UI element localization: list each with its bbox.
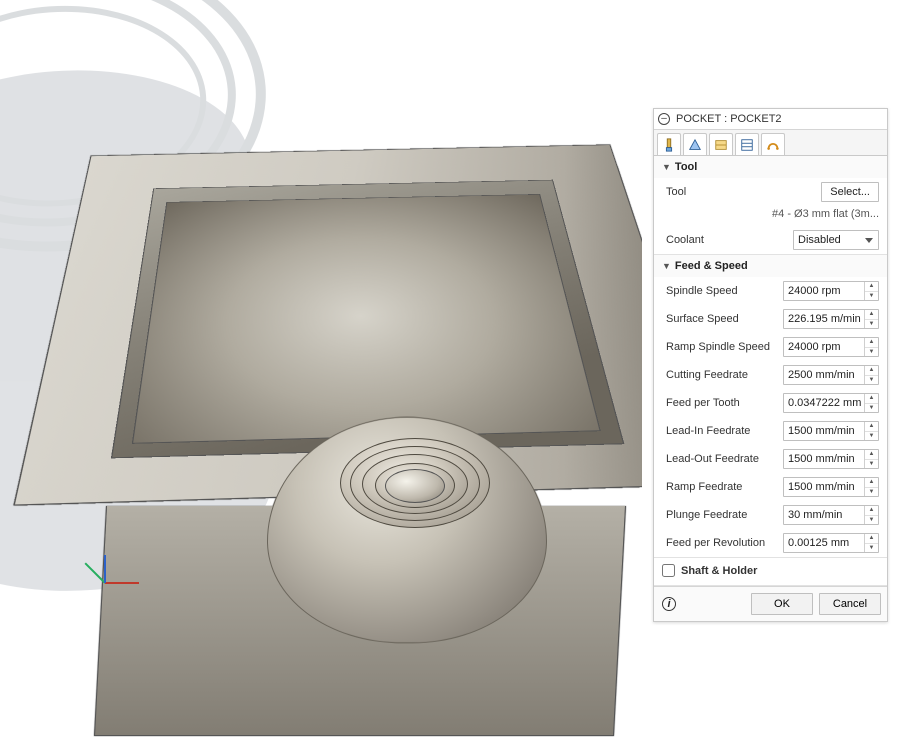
feed-row-label: Spindle Speed [666, 285, 738, 297]
feed-row: Spindle Speed ▲▼ [654, 277, 887, 305]
spin-up-icon[interactable]: ▲ [865, 422, 878, 432]
feed-row-label: Ramp Feedrate [666, 481, 742, 493]
spinner[interactable]: ▲▼ [864, 450, 878, 468]
section-tool-header[interactable]: ▼ Tool [654, 156, 887, 178]
panel-tabbar [654, 130, 887, 156]
feed-row-label: Feed per Revolution [666, 537, 765, 549]
spin-down-icon[interactable]: ▼ [865, 348, 878, 357]
section-tool: ▼ Tool Tool Select... #4 - Ø3 mm flat (3… [654, 156, 887, 255]
feed-row-label: Ramp Spindle Speed [666, 341, 770, 353]
spin-up-icon[interactable]: ▲ [865, 282, 878, 292]
spin-up-icon[interactable]: ▲ [865, 534, 878, 544]
feed-row: Plunge Feedrate ▲▼ [654, 501, 887, 529]
panel-footer: i OK Cancel [654, 586, 887, 621]
tool-label: Tool [666, 186, 686, 198]
coolant-select[interactable]: Disabled [793, 230, 879, 250]
spinner[interactable]: ▲▼ [864, 506, 878, 524]
tab-geometry[interactable] [683, 133, 707, 155]
spin-up-icon[interactable]: ▲ [865, 366, 878, 376]
spinner[interactable]: ▲▼ [864, 534, 878, 552]
feed-row-label: Feed per Tooth [666, 397, 740, 409]
disclosure-triangle-icon: ▼ [662, 162, 671, 172]
tool-select-button[interactable]: Select... [821, 182, 879, 202]
spin-down-icon[interactable]: ▼ [865, 320, 878, 329]
info-icon[interactable]: i [662, 597, 676, 611]
feed-row-label: Plunge Feedrate [666, 509, 747, 521]
stock-block [92, 150, 612, 700]
coolant-value: Disabled [798, 234, 841, 246]
spinner[interactable]: ▲▼ [864, 366, 878, 384]
spin-up-icon[interactable]: ▲ [865, 394, 878, 404]
spin-up-icon[interactable]: ▲ [865, 338, 878, 348]
feed-row: Lead-Out Feedrate ▲▼ [654, 445, 887, 473]
coolant-label: Coolant [666, 234, 704, 246]
ok-button[interactable]: OK [751, 593, 813, 615]
feed-row-label: Lead-In Feedrate [666, 425, 750, 437]
spin-down-icon[interactable]: ▼ [865, 292, 878, 301]
tab-tool[interactable] [657, 133, 681, 155]
tab-passes[interactable] [735, 133, 759, 155]
feed-row: Cutting Feedrate ▲▼ [654, 361, 887, 389]
tab-heights[interactable] [709, 133, 733, 155]
feed-row: Ramp Feedrate ▲▼ [654, 473, 887, 501]
feed-row-label: Lead-Out Feedrate [666, 453, 759, 465]
cancel-button[interactable]: Cancel [819, 593, 881, 615]
spinner[interactable]: ▲▼ [864, 478, 878, 496]
shaft-holder-checkbox[interactable] [662, 564, 675, 577]
section-tool-heading: Tool [675, 161, 697, 173]
feed-row: Ramp Spindle Speed ▲▼ [654, 333, 887, 361]
spin-down-icon[interactable]: ▼ [865, 460, 878, 469]
spin-up-icon[interactable]: ▲ [865, 450, 878, 460]
feed-row-label: Cutting Feedrate [666, 369, 748, 381]
origin-triad-icon [105, 552, 145, 592]
collapse-icon[interactable]: – [658, 113, 670, 125]
spin-up-icon[interactable]: ▲ [865, 506, 878, 516]
feed-row: Feed per Revolution ▲▼ [654, 529, 887, 557]
tool-description: #4 - Ø3 mm flat (3m... [654, 206, 887, 226]
spin-down-icon[interactable]: ▼ [865, 432, 878, 441]
panel-titlebar[interactable]: – POCKET : POCKET2 [654, 109, 887, 130]
model-viewport[interactable] [0, 0, 642, 743]
panel-title-text: POCKET : POCKET2 [676, 113, 782, 125]
spinner[interactable]: ▲▼ [864, 310, 878, 328]
spin-down-icon[interactable]: ▼ [865, 544, 878, 553]
operation-panel: – POCKET : POCKET2 ▼ Tool Tool Select...… [653, 108, 888, 622]
feed-row: Feed per Tooth ▲▼ [654, 389, 887, 417]
section-shaft-holder: Shaft & Holder [654, 558, 887, 586]
feed-row-label: Surface Speed [666, 313, 739, 325]
spinner[interactable]: ▲▼ [864, 338, 878, 356]
spin-down-icon[interactable]: ▼ [865, 376, 878, 385]
section-feed-heading: Feed & Speed [675, 260, 748, 272]
spin-down-icon[interactable]: ▼ [865, 516, 878, 525]
tab-linking[interactable] [761, 133, 785, 155]
spin-up-icon[interactable]: ▲ [865, 478, 878, 488]
spin-down-icon[interactable]: ▼ [865, 488, 878, 497]
feed-row: Surface Speed ▲▼ [654, 305, 887, 333]
spin-down-icon[interactable]: ▼ [865, 404, 878, 413]
section-feed-speed: ▼ Feed & Speed Spindle Speed▲▼Surface Sp… [654, 255, 887, 558]
spinner[interactable]: ▲▼ [864, 422, 878, 440]
shaft-holder-label: Shaft & Holder [681, 565, 757, 577]
spinner[interactable]: ▲▼ [864, 282, 878, 300]
disclosure-triangle-icon: ▼ [662, 261, 671, 271]
spinner[interactable]: ▲▼ [864, 394, 878, 412]
feed-row: Lead-In Feedrate ▲▼ [654, 417, 887, 445]
section-feed-header[interactable]: ▼ Feed & Speed [654, 255, 887, 277]
spin-up-icon[interactable]: ▲ [865, 310, 878, 320]
